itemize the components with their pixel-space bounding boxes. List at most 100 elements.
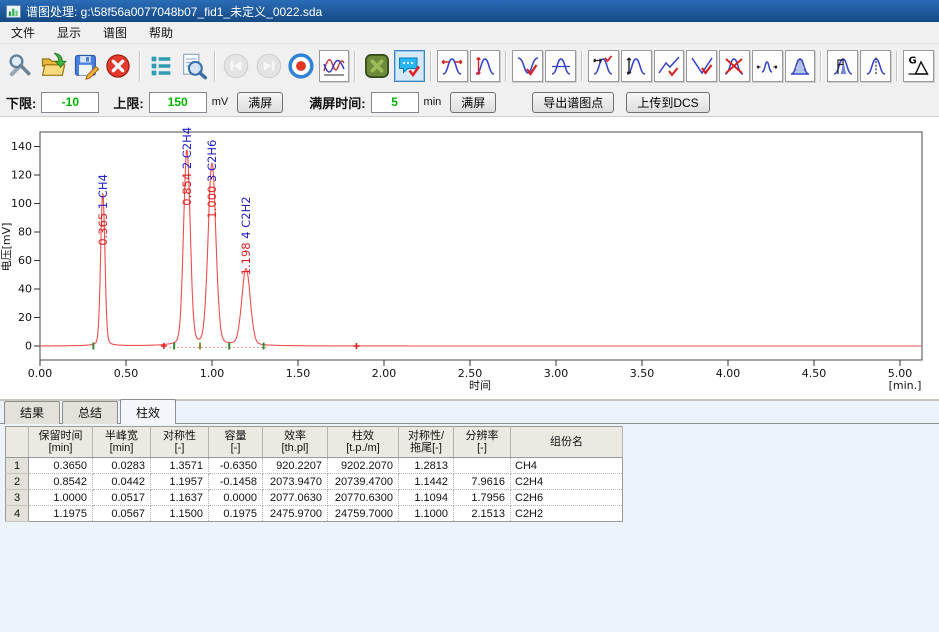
excel-export-button[interactable] <box>360 49 393 83</box>
peak-list-button[interactable] <box>145 49 178 83</box>
peak-baseline-button[interactable] <box>545 50 576 82</box>
x-tick-label: 2.00 <box>372 367 397 380</box>
menu-help[interactable]: 帮助 <box>138 22 184 43</box>
fullscreen-time-button[interactable]: 满屏 <box>450 92 496 113</box>
peak-label: 1.198 4 C2H2 <box>239 196 253 275</box>
table-row[interactable]: 31.00000.05171.16370.00002077.063020770.… <box>6 490 623 506</box>
peak-move-button[interactable] <box>588 50 619 82</box>
column-header <box>6 427 29 458</box>
table-cell: 9202.2070 <box>328 458 399 474</box>
valley-check-icon <box>516 54 540 78</box>
table-cell: -0.6350 <box>209 458 263 474</box>
x-axis-unit: [min.] <box>889 379 922 392</box>
table-cell: 20770.6300 <box>328 490 399 506</box>
table-cell: 1.3571 <box>151 458 209 474</box>
peak-width-button[interactable] <box>437 50 468 82</box>
zoom-tool-button[interactable] <box>4 49 37 83</box>
next-record-button <box>252 49 285 83</box>
baseline-marker <box>263 343 265 350</box>
save-button[interactable] <box>69 49 102 83</box>
column-header: 柱效[t.p./m] <box>328 427 399 458</box>
lower-limit-label: 下限: <box>6 93 36 112</box>
lower-limit-input[interactable] <box>41 92 99 113</box>
peak-flag-icon <box>831 54 855 78</box>
column-header: 对称性[-] <box>151 427 209 458</box>
toolbar-separator <box>581 51 583 81</box>
peak-delete-icon <box>722 54 746 78</box>
x-tick-label: 0.00 <box>28 367 53 380</box>
x-tick-label: 3.50 <box>630 367 655 380</box>
chromatogram-panel: 020406080100120140电压[mV]0.000.501.001.50… <box>0 117 939 401</box>
tab-结果[interactable]: 结果 <box>4 401 60 424</box>
peak-height-button[interactable] <box>470 50 501 82</box>
plot-area[interactable] <box>40 132 922 360</box>
table-row[interactable]: 41.19750.05671.15000.19752475.970024759.… <box>6 506 623 522</box>
preview-button[interactable] <box>177 49 210 83</box>
upper-limit-input[interactable] <box>149 92 207 113</box>
table-cell: 0.0000 <box>209 490 263 506</box>
y-tick-label: 80 <box>18 226 32 239</box>
peak-move-icon <box>591 54 615 78</box>
results-pane: 结果总结柱效 保留时间[min]半峰宽[min]对称性[-]容量[-]效率[th… <box>0 401 939 632</box>
peak-list-icon <box>147 52 175 80</box>
table-cell <box>454 458 511 474</box>
column-header: 容量[-] <box>209 427 263 458</box>
export-points-button[interactable]: 导出谱图点 <box>532 92 614 113</box>
upper-limit-label: 上限: <box>113 93 143 112</box>
fullscreen-voltage-button[interactable]: 满屏 <box>237 92 283 113</box>
table-cell: C2H4 <box>511 474 623 490</box>
table-cell: 1.1442 <box>399 474 454 490</box>
column-header: 半峰宽[min] <box>93 427 151 458</box>
tab-柱效[interactable]: 柱效 <box>120 399 176 424</box>
y-tick-label: 100 <box>11 197 32 210</box>
peak-delete-button[interactable] <box>719 50 750 82</box>
curve-compare-button[interactable] <box>319 50 350 82</box>
fullscreen-time-input[interactable] <box>371 92 419 113</box>
peak-flag-button[interactable] <box>827 50 858 82</box>
column-header: 对称性/拖尾[-] <box>399 427 454 458</box>
app-icon <box>6 4 21 19</box>
peak-height-icon <box>473 54 497 78</box>
peak-vertical-button[interactable] <box>621 50 652 82</box>
table-cell: 0.0442 <box>93 474 151 490</box>
row-number: 3 <box>6 490 29 506</box>
menu-file[interactable]: 文件 <box>0 22 46 43</box>
close-button[interactable] <box>102 49 135 83</box>
peak-fill-button[interactable] <box>785 50 816 82</box>
group-analysis-button[interactable]: G <box>903 50 934 82</box>
table-row[interactable]: 10.36500.02831.3571-0.6350920.22079202.2… <box>6 458 623 474</box>
table-cell: 2475.9700 <box>263 506 328 522</box>
chromatogram-chart[interactable]: 020406080100120140电压[mV]0.000.501.001.50… <box>0 117 939 397</box>
table-cell: -0.1458 <box>209 474 263 490</box>
table-cell: 1.7956 <box>454 490 511 506</box>
rising-check-button[interactable] <box>654 50 685 82</box>
toolbar-separator <box>896 51 898 81</box>
peak-merge-button[interactable] <box>752 50 783 82</box>
toolbar-separator <box>430 51 432 81</box>
x-tick-label: 3.00 <box>544 367 569 380</box>
baseline-marker <box>199 343 201 350</box>
menu-display[interactable]: 显示 <box>46 22 92 43</box>
result-tabs: 结果总结柱效 <box>0 401 939 424</box>
table-cell: 0.1975 <box>209 506 263 522</box>
record-button[interactable] <box>285 49 318 83</box>
x-tick-label: 4.00 <box>716 367 741 380</box>
table-cell: 20739.4700 <box>328 474 399 490</box>
table-row[interactable]: 20.85420.04421.1957-0.14582073.947020739… <box>6 474 623 490</box>
x-tick-label: 1.50 <box>286 367 311 380</box>
open-file-button[interactable] <box>37 49 70 83</box>
peak-center-button[interactable] <box>860 50 891 82</box>
toolbar-separator <box>139 51 141 81</box>
annotation-icon <box>397 54 421 78</box>
tab-总结[interactable]: 总结 <box>62 401 118 424</box>
peak-width-icon <box>440 54 464 78</box>
valley-v-check-button[interactable] <box>686 50 717 82</box>
row-number: 2 <box>6 474 29 490</box>
annotation-button[interactable] <box>394 50 425 82</box>
baseline-marker <box>92 343 94 350</box>
valley-check-button[interactable] <box>512 50 543 82</box>
menu-spectrum[interactable]: 谱图 <box>92 22 138 43</box>
upload-dcs-button[interactable]: 上传到DCS <box>626 92 709 113</box>
table-cell: 0.0517 <box>93 490 151 506</box>
fullscreen-time-label: 满屏时间: <box>309 93 365 112</box>
